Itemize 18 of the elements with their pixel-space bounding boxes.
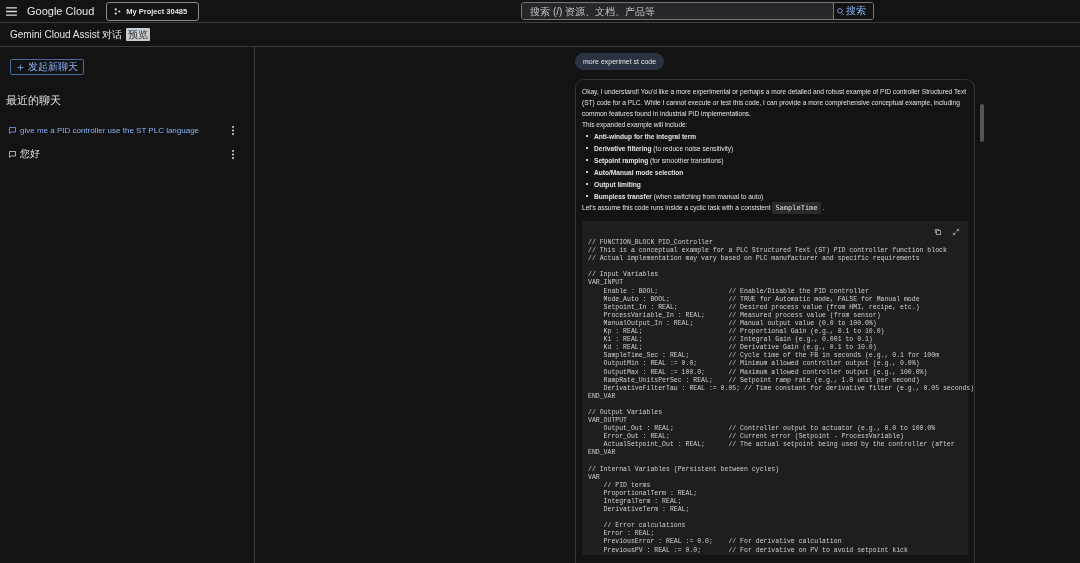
search-field[interactable]: 搜索 (/) 资源、文档、产品等 搜索 — [521, 2, 875, 20]
nodes-icon — [114, 7, 122, 15]
chat-history-item[interactable]: 您好 — [8, 147, 40, 161]
chat-bubble-icon — [8, 125, 17, 135]
expand-icon — [952, 228, 960, 236]
copy-icon — [934, 228, 942, 236]
plus-icon — [16, 62, 25, 72]
search-button[interactable]: 搜索 — [833, 3, 874, 19]
logo-text[interactable]: Google Cloud — [27, 5, 95, 17]
chat-history-item[interactable]: give me a PID controller use the ST PLC language — [8, 125, 200, 135]
search-icon — [836, 6, 846, 16]
preview-badge: 预览 — [126, 28, 151, 41]
section-heading: 最近的聊天 — [6, 93, 62, 108]
scrollbar[interactable] — [980, 104, 984, 142]
page-title: Gemini Cloud Assist 对话 — [10, 27, 123, 42]
chat-bubble-icon — [8, 149, 17, 159]
new-chat-button[interactable]: 发起新聊天 — [10, 59, 84, 75]
menu-icon[interactable] — [6, 6, 17, 16]
